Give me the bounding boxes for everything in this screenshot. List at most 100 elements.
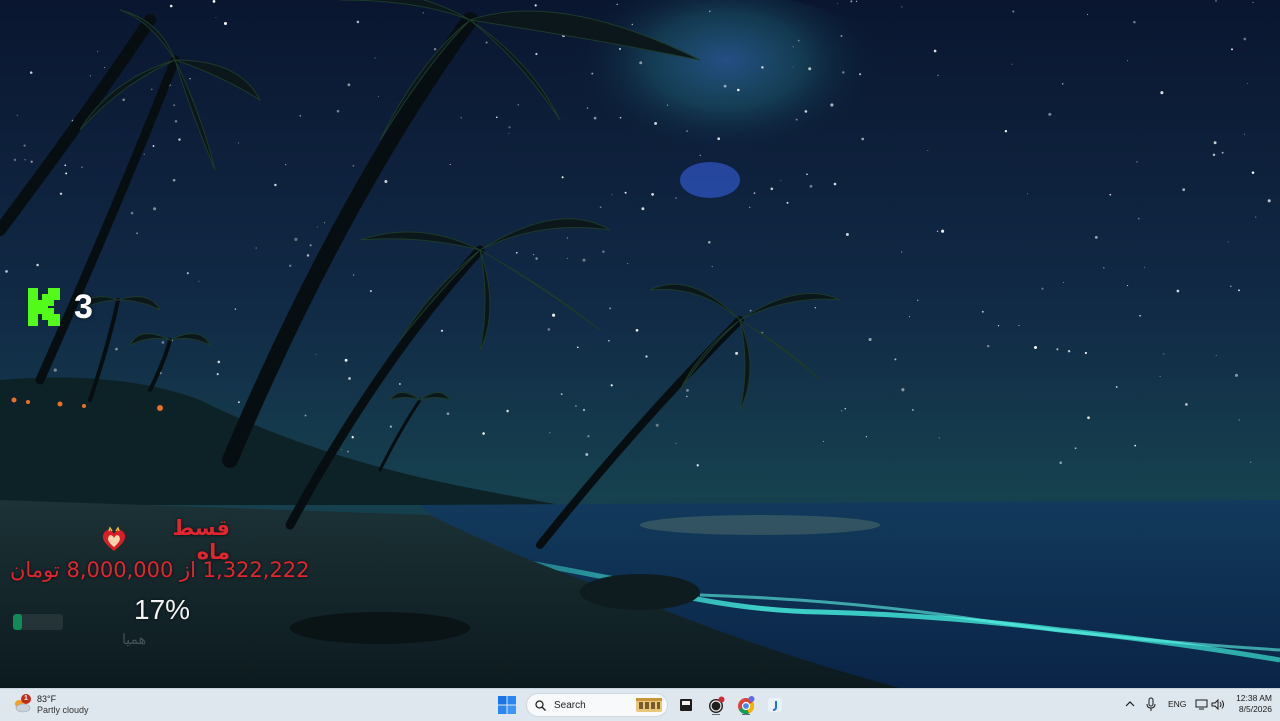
star: [1074, 447, 1077, 450]
star: [1215, 354, 1217, 356]
star: [173, 104, 176, 107]
taskbar-search[interactable]: [526, 693, 668, 717]
kick-counter-widget[interactable]: 3: [28, 287, 93, 327]
star: [1012, 10, 1015, 13]
chevron-up-icon[interactable]: [1125, 698, 1135, 710]
star: [723, 84, 727, 88]
star: [814, 307, 816, 309]
star: [172, 178, 176, 182]
file-manager-icon: [680, 699, 692, 711]
system-clock[interactable]: 12:38 AM 8/5/2026: [1230, 693, 1272, 715]
star: [792, 46, 794, 48]
star: [675, 442, 677, 444]
loan-installment-widget[interactable]: قسط ماه 1,322,222 از 8,000,000 تومان 17%…: [0, 516, 330, 658]
star: [591, 72, 594, 75]
star: [585, 453, 589, 456]
star: [1136, 161, 1138, 163]
star: [216, 373, 219, 376]
star: [389, 425, 393, 428]
star: [1182, 188, 1186, 192]
star: [1011, 63, 1013, 65]
star: [616, 3, 618, 5]
star: [610, 384, 613, 387]
star: [255, 247, 257, 249]
star: [1221, 151, 1224, 154]
star: [868, 338, 872, 341]
star: [1134, 444, 1137, 447]
star: [534, 4, 537, 7]
star: [938, 437, 940, 439]
star: [1109, 193, 1112, 196]
star: [152, 145, 155, 147]
star: [535, 257, 538, 260]
star: [770, 187, 774, 191]
star: [1238, 289, 1240, 292]
star: [901, 251, 903, 253]
weather-widget[interactable]: 1 83°F Partly cloudy: [12, 691, 89, 719]
star: [1163, 353, 1165, 355]
star: [806, 173, 808, 175]
star: [217, 360, 221, 364]
star: [1026, 193, 1028, 195]
star: [780, 180, 782, 182]
volume-icon[interactable]: [1211, 698, 1225, 711]
star: [1227, 241, 1229, 243]
star: [1144, 266, 1145, 268]
star: [861, 137, 865, 141]
star: [894, 358, 897, 361]
star: [186, 272, 189, 275]
microphone-icon[interactable]: [1145, 697, 1157, 712]
star: [566, 237, 568, 239]
star: [508, 126, 511, 129]
star: [837, 3, 839, 5]
star: [840, 35, 843, 37]
star: [707, 240, 711, 244]
star: [460, 117, 462, 119]
star: [631, 23, 634, 26]
star: [795, 118, 798, 121]
loan-title-text: قسط ماه: [172, 516, 230, 564]
star: [611, 194, 613, 196]
star: [761, 66, 764, 69]
start-button[interactable]: [497, 695, 517, 715]
star: [215, 17, 217, 19]
star: [593, 116, 597, 120]
star: [582, 258, 586, 262]
file-manager-app[interactable]: [676, 695, 696, 715]
star: [981, 310, 984, 313]
star: [53, 368, 57, 372]
star: [833, 182, 837, 186]
star: [130, 211, 134, 215]
star: [696, 464, 699, 467]
obs-app[interactable]: [706, 695, 726, 716]
star: [238, 142, 239, 144]
star: [1230, 285, 1232, 288]
star: [927, 149, 929, 151]
search-input[interactable]: [552, 698, 636, 712]
star: [24, 159, 26, 161]
display-icon[interactable]: [1195, 698, 1208, 711]
language-indicator[interactable]: ENG: [1168, 699, 1186, 709]
star: [576, 346, 579, 349]
chrome-icon: [738, 696, 755, 716]
star: [369, 290, 372, 293]
star: [1159, 375, 1161, 377]
star: [96, 50, 99, 53]
star: [1115, 386, 1118, 388]
star: [624, 191, 627, 194]
star: [1176, 289, 1180, 293]
star: [561, 176, 564, 179]
chrome-app[interactable]: [736, 695, 756, 716]
star: [485, 41, 488, 44]
star: [161, 340, 165, 344]
j-app[interactable]: [765, 695, 785, 715]
weather-condition: Partly cloudy: [37, 705, 89, 715]
star: [711, 266, 713, 268]
star: [30, 160, 33, 163]
star: [901, 388, 905, 392]
star: [609, 307, 612, 310]
star: [1238, 419, 1240, 421]
star: [1251, 171, 1255, 174]
star: [916, 299, 919, 302]
star: [901, 6, 903, 8]
